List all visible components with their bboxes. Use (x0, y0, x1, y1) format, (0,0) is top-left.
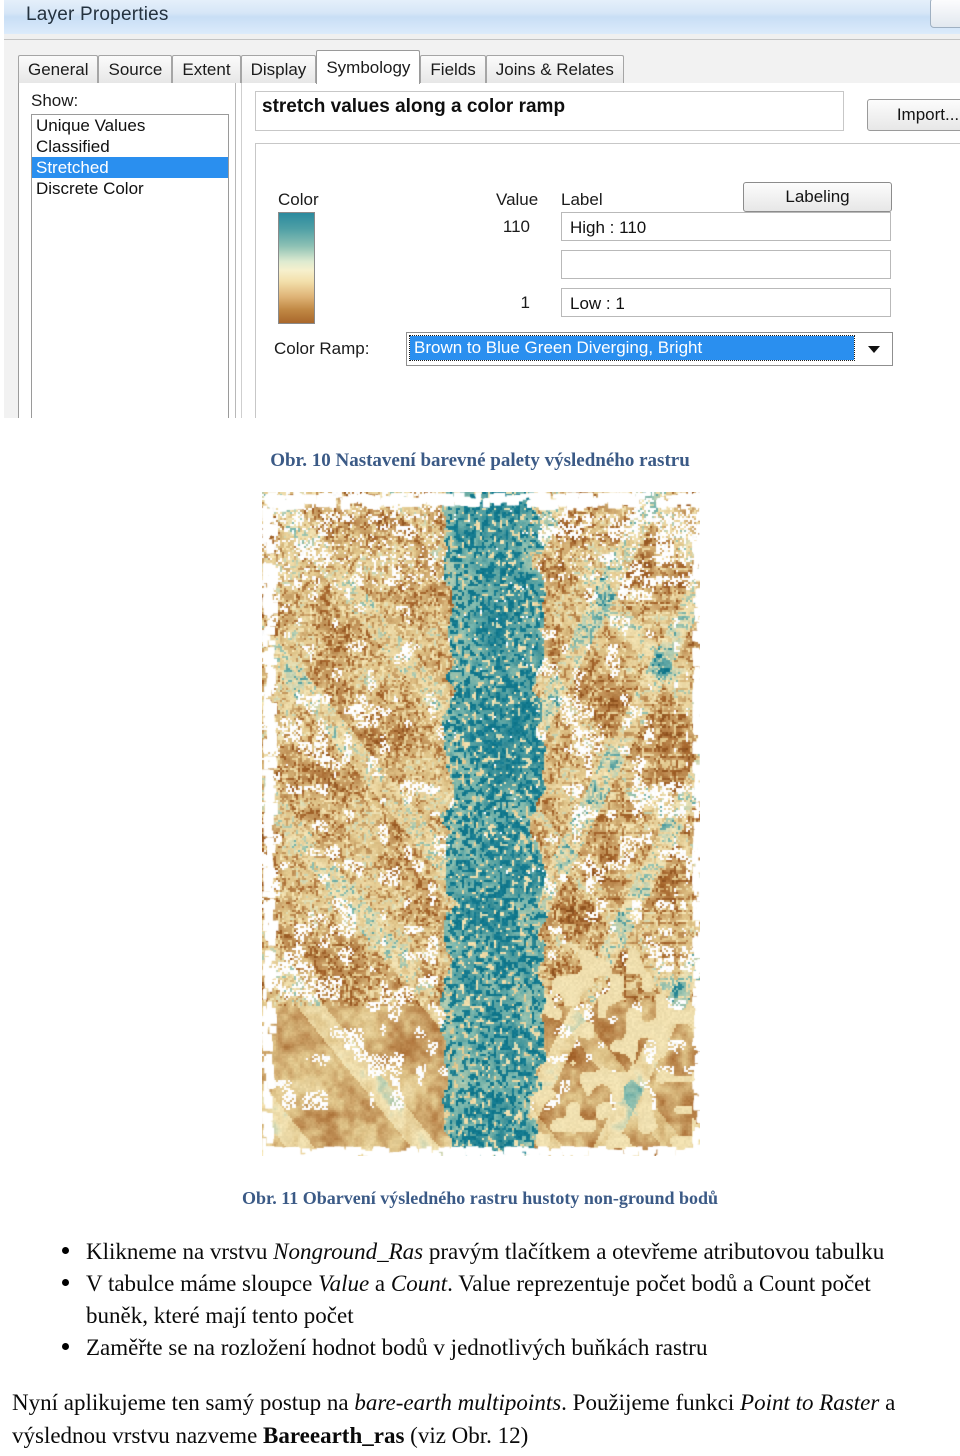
figure-caption-11: Obr. 11 Obarvení výsledného rastru husto… (241, 1188, 719, 1208)
tab-extent[interactable]: Extent (172, 55, 241, 84)
dialog-titlebar: Layer Properties (0, 0, 960, 34)
bullet-text-3: Zaměřte se na rozložení hodnot bodů v je… (86, 1335, 708, 1360)
tab-symbology[interactable]: Symbology (316, 50, 421, 84)
chevron-down-icon[interactable] (859, 336, 889, 360)
closing-paragraph: Nyní aplikujeme ten samý postup na bare-… (12, 1390, 896, 1448)
raster-figure (262, 492, 700, 1156)
bullet-icon (62, 1343, 69, 1350)
raster-image (262, 492, 700, 1156)
panel-divider-secondary (241, 83, 242, 424)
tab-strip: General Source Extent Display Symbology … (18, 50, 960, 84)
tab-source[interactable]: Source (98, 55, 173, 84)
show-item-classified[interactable]: Classified (32, 136, 228, 157)
bullet-text-2: V tabulce máme sloupce Value a Count. Va… (86, 1271, 871, 1296)
label-input-high[interactable]: High : 110 (561, 212, 891, 241)
label-input-middle[interactable] (561, 250, 891, 279)
color-ramp-preview-swatch[interactable] (278, 212, 315, 324)
document-body: Klikneme na vrstvu Nonground_Ras pravým … (0, 1236, 960, 1452)
dialog-title: Layer Properties (26, 4, 169, 25)
list-item: V tabulce máme sloupce Value a Count. Va… (0, 1268, 960, 1300)
show-item-unique-values[interactable]: Unique Values (32, 115, 228, 136)
method-description-box: stretch values along a color ramp (255, 91, 844, 131)
screenshot-left-margin (0, 0, 4, 424)
color-ramp-selected-value[interactable]: Brown to Blue Green Diverging, Bright (409, 335, 855, 361)
screenshot-bottom-clip (0, 418, 960, 448)
column-header-value: Value (496, 190, 539, 209)
column-header-color: Color (278, 190, 319, 209)
symbology-right-area: stretch values along a color ramp Import… (247, 83, 960, 424)
bullet-text-1: Klikneme na vrstvu Nonground_Ras pravým … (86, 1239, 885, 1264)
list-item: Zaměřte se na rozložení hodnot bodů v je… (0, 1332, 960, 1364)
labeling-button[interactable]: Labeling (743, 182, 892, 212)
import-button[interactable]: Import... (867, 99, 960, 131)
layer-properties-screenshot: Layer Properties General Source Extent D… (0, 0, 960, 424)
tab-general[interactable]: General (18, 55, 99, 84)
show-label: Show: (31, 91, 79, 110)
color-ramp-dropdown[interactable]: Brown to Blue Green Diverging, Bright (406, 332, 893, 366)
restore-button-icon[interactable] (930, 0, 960, 28)
show-item-discrete-color[interactable]: Discrete Color (32, 178, 228, 199)
layer-properties-dialog: Layer Properties General Source Extent D… (0, 0, 960, 424)
list-item-continuation: buněk, které mají tento počet (0, 1300, 960, 1332)
symbology-panel: Show: Unique Values Classified Stretched… (18, 83, 960, 424)
tab-display[interactable]: Display (240, 55, 317, 84)
value-high: 110 (502, 217, 530, 236)
figure-caption-10: Obr. 10 Nastavení barevné palety výsledn… (270, 450, 690, 471)
bullet-text-2-continuation: buněk, které mají tento počet (86, 1303, 354, 1328)
dialog-body: General Source Extent Display Symbology … (3, 39, 960, 424)
color-ramp-label: Color Ramp: (274, 339, 370, 358)
symbology-settings-group: Color Value Label Labeling 110 1 High : … (255, 143, 960, 424)
tab-fields[interactable]: Fields (420, 55, 486, 84)
tab-joins-and-relates[interactable]: Joins & Relates (485, 55, 624, 84)
bullet-icon (62, 1279, 69, 1286)
panel-divider (235, 83, 236, 424)
list-item: Klikneme na vrstvu Nonground_Ras pravým … (0, 1236, 960, 1268)
column-header-label: Label (561, 190, 603, 209)
method-description: stretch values along a color ramp (262, 96, 566, 117)
value-low: 1 (520, 293, 530, 312)
show-item-stretched[interactable]: Stretched (32, 157, 228, 178)
show-list[interactable]: Unique Values Classified Stretched Discr… (31, 114, 229, 424)
label-input-low[interactable]: Low : 1 (561, 288, 891, 317)
bullet-icon (62, 1247, 69, 1254)
